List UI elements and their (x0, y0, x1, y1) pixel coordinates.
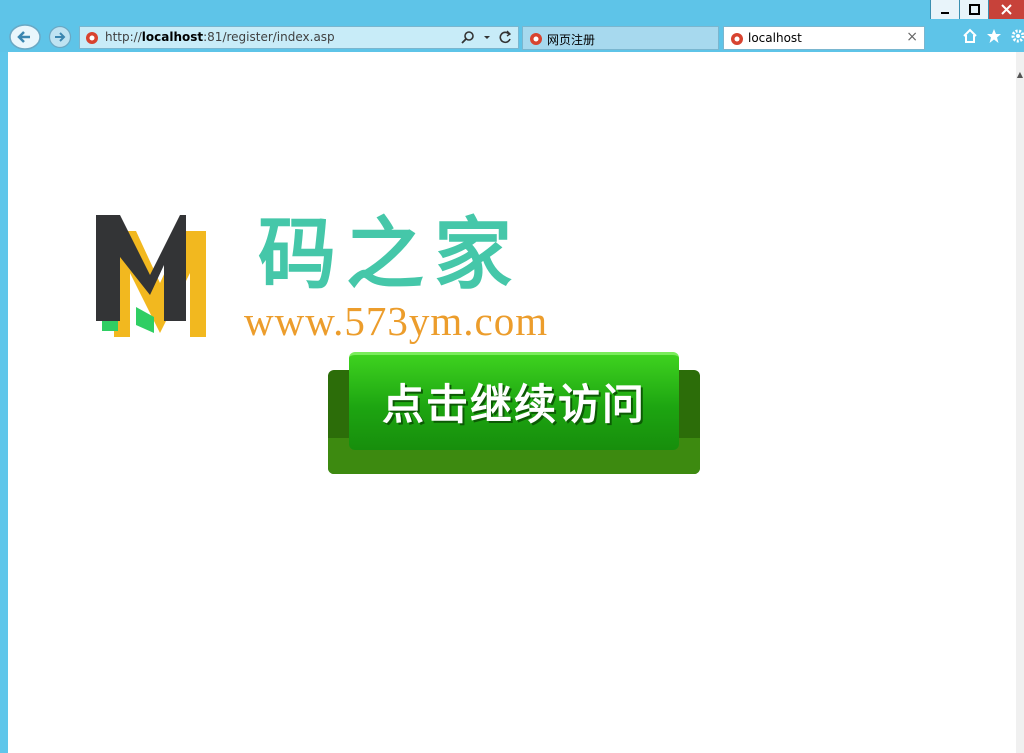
address-bar[interactable]: http://localhost:81/register/index.asp (79, 26, 519, 49)
minimize-icon (941, 11, 949, 14)
close-icon[interactable]: × (906, 29, 918, 45)
maximize-button[interactable] (959, 0, 988, 19)
site-favicon (731, 33, 743, 45)
browser-toolbar-right (962, 28, 1024, 44)
back-button[interactable] (8, 24, 42, 50)
brand-name: 码之家 (258, 209, 523, 300)
minimize-button[interactable] (930, 0, 959, 19)
forward-button[interactable] (48, 25, 72, 49)
tab-label: localhost (748, 31, 802, 45)
window-close-icon (1001, 4, 1012, 15)
dropdown-icon[interactable] (483, 30, 491, 44)
back-icon (9, 24, 41, 50)
window-close-button[interactable] (988, 0, 1024, 19)
address-url: http://localhost:81/register/index.asp (105, 30, 335, 44)
logo-m-icon (96, 215, 206, 337)
forward-icon (48, 25, 72, 49)
site-favicon (530, 33, 542, 45)
window-controls (930, 0, 1024, 19)
vertical-scrollbar[interactable] (1016, 52, 1024, 753)
scroll-up-icon[interactable]: ▲ (1017, 70, 1023, 79)
settings-gear-icon[interactable] (1010, 28, 1024, 44)
refresh-icon[interactable] (499, 30, 512, 44)
home-icon[interactable] (962, 28, 978, 44)
brand-url: www.573ym.com (244, 298, 549, 344)
tab-register[interactable]: 网页注册 (522, 26, 719, 50)
tab-label: 网页注册 (547, 33, 596, 47)
button-label: 点击继续访问 (381, 379, 646, 429)
browser-chrome: http://localhost:81/register/index.asp 网… (0, 0, 1024, 52)
continue-visit-button[interactable]: 点击继续访问 (328, 350, 700, 476)
favorites-star-icon[interactable] (986, 28, 1002, 44)
tab-localhost[interactable]: localhost × (723, 26, 925, 50)
maximize-icon (968, 4, 980, 15)
search-icon[interactable] (461, 30, 475, 44)
site-favicon (86, 32, 98, 44)
